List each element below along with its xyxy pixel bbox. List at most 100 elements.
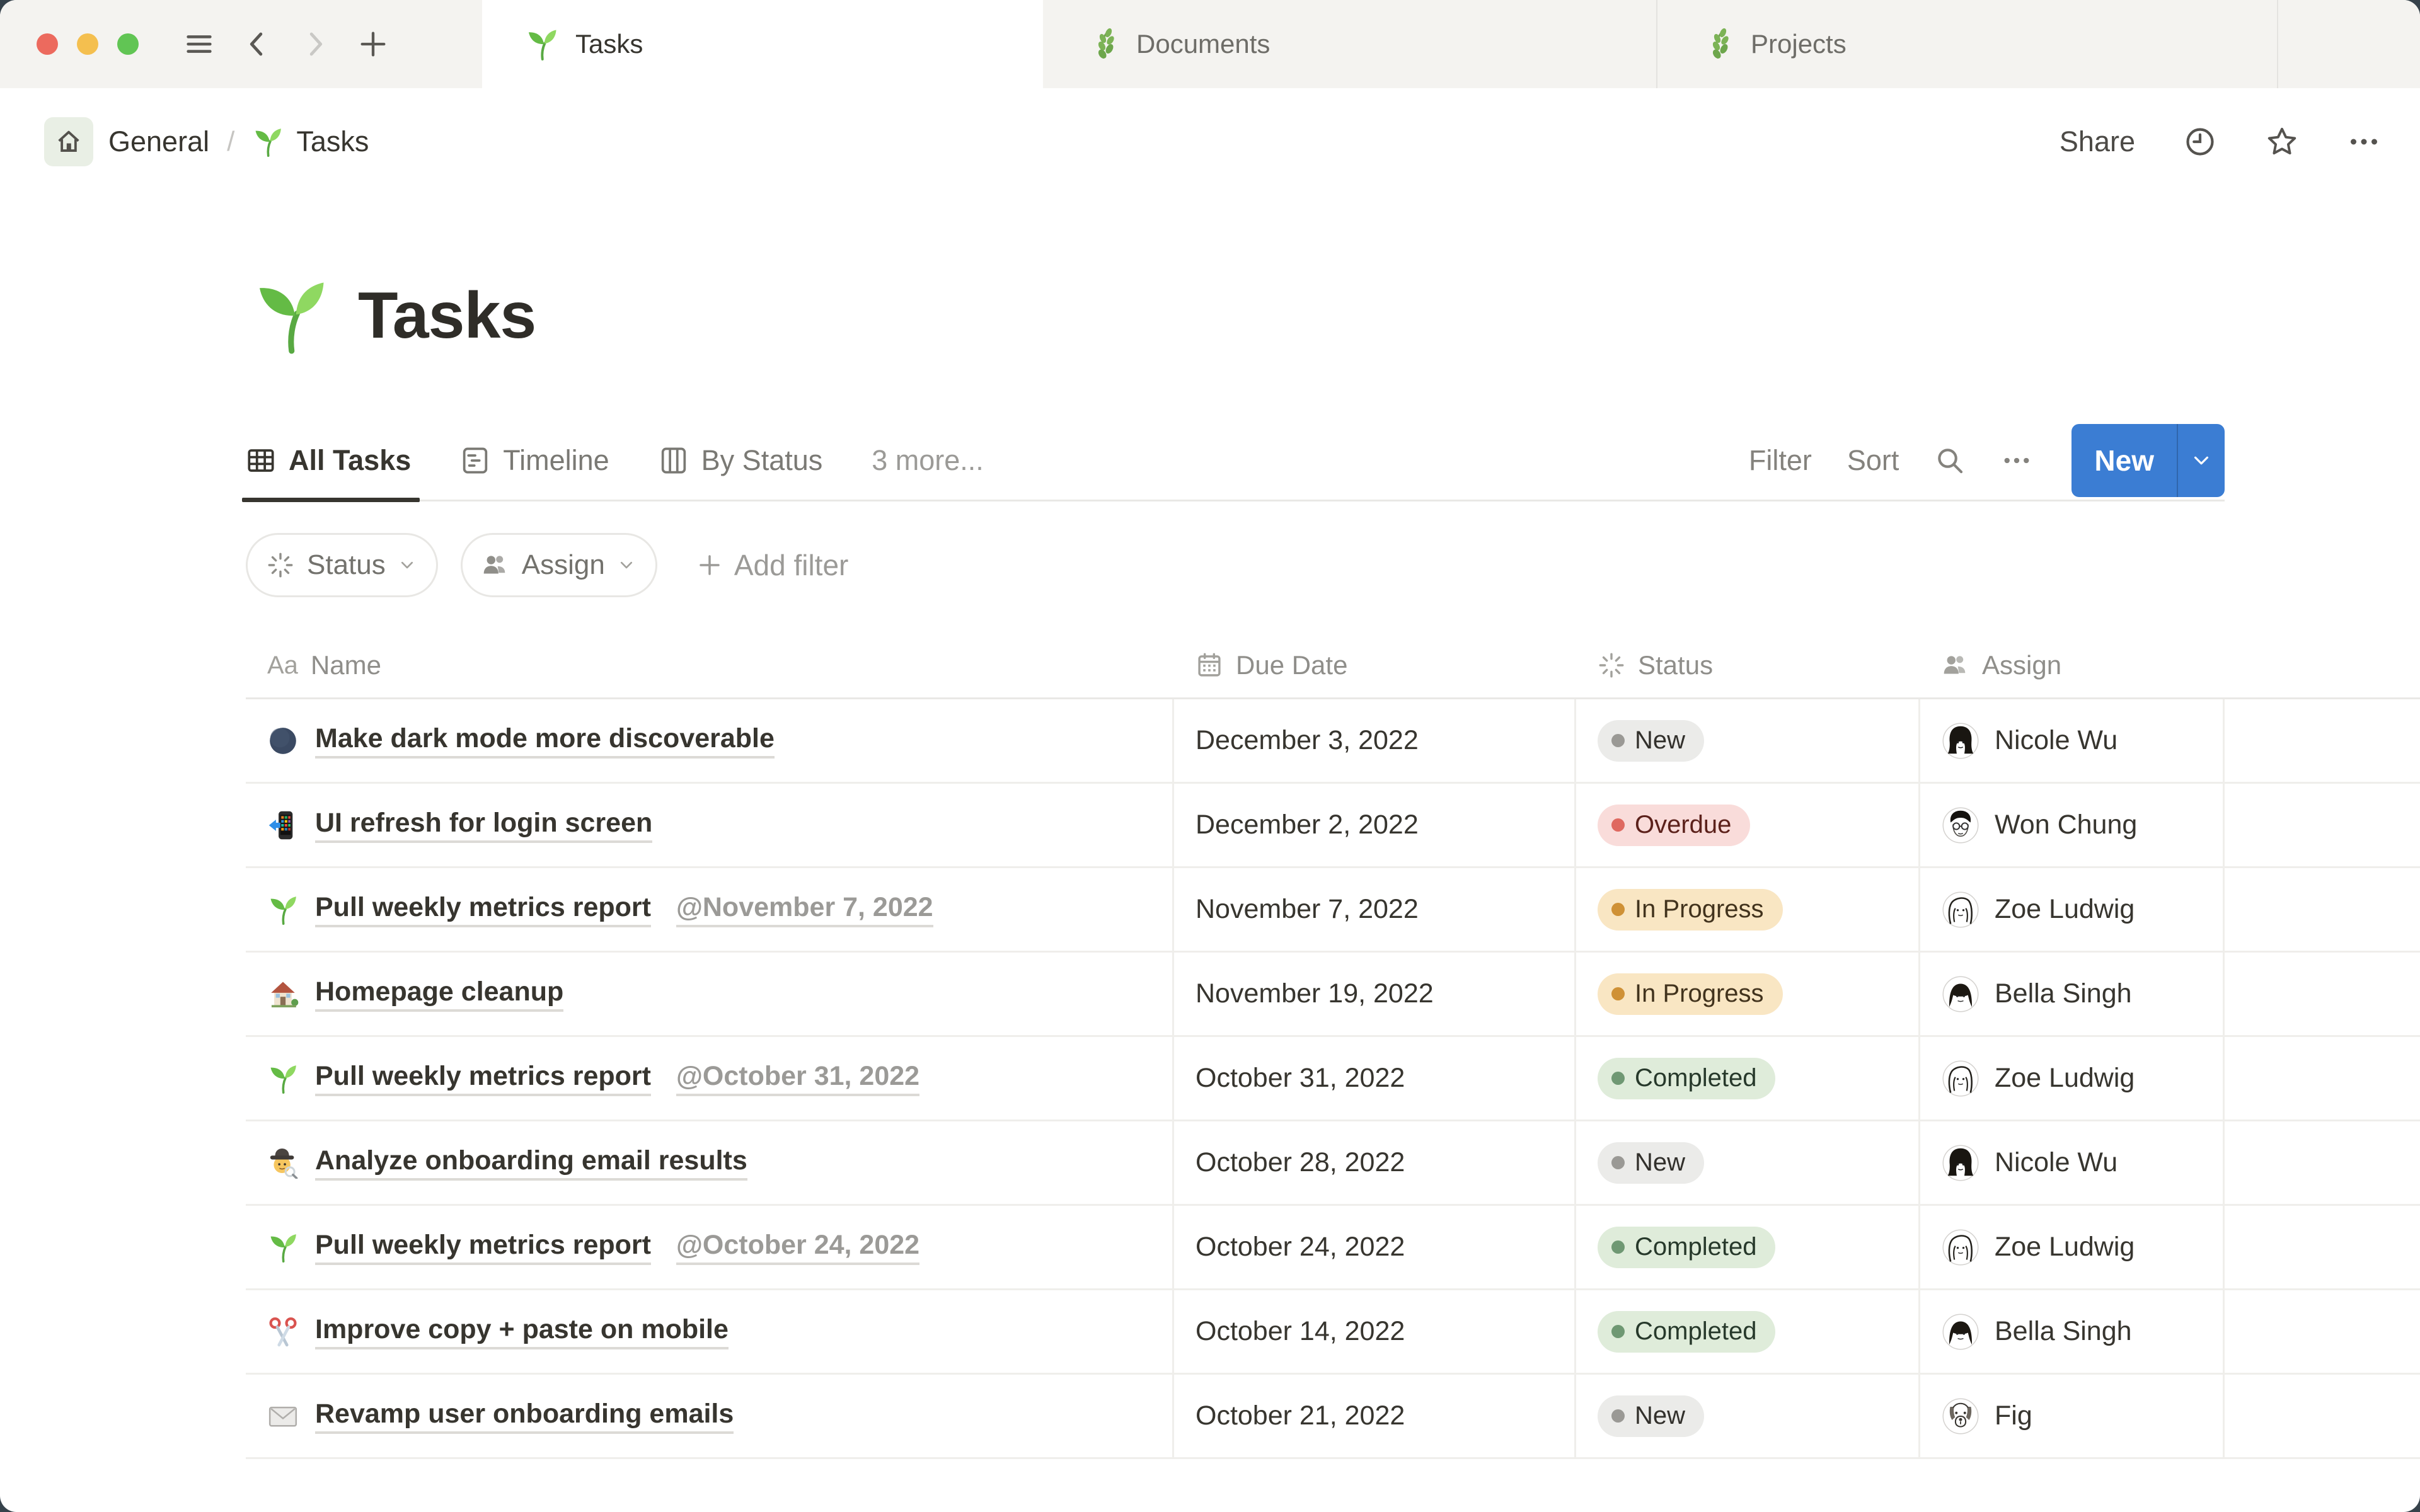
back-icon[interactable]	[241, 28, 274, 60]
close-window-button[interactable]	[37, 33, 58, 55]
cell-due-date[interactable]: November 7, 2022	[1174, 868, 1576, 951]
scissors-icon	[267, 1316, 299, 1348]
cell-status[interactable]: Completed	[1576, 1206, 1920, 1288]
cell-assign[interactable]: Bella Singh	[1920, 1290, 2225, 1373]
cell-status[interactable]: Overdue	[1576, 784, 1920, 866]
cell-due-date[interactable]: October 21, 2022	[1174, 1375, 1576, 1457]
window-tab-tasks[interactable]: Tasks	[482, 0, 1043, 88]
task-title[interactable]: Revamp user onboarding emails	[315, 1399, 734, 1434]
new-dropdown-button[interactable]	[2177, 423, 2225, 497]
cell-assign[interactable]: Won Chung	[1920, 784, 2225, 866]
column-header-status[interactable]: Status	[1576, 650, 1920, 680]
history-clock-icon[interactable]	[2183, 125, 2217, 159]
search-icon[interactable]	[1934, 445, 1966, 476]
view-tab-timeline[interactable]: Timeline	[460, 421, 609, 500]
text-type-icon: Aa	[267, 651, 298, 679]
more-options-icon[interactable]	[2347, 125, 2381, 159]
cell-assign[interactable]: Nicole Wu	[1920, 1121, 2225, 1204]
task-title[interactable]: Improve copy + paste on mobile	[315, 1314, 729, 1349]
cell-status[interactable]: Completed	[1576, 1037, 1920, 1120]
date-mention[interactable]: @October 24, 2022	[676, 1230, 920, 1265]
add-filter-button[interactable]: Add filter	[696, 548, 848, 582]
cell-name[interactable]: Pull weekly metrics report @October 24, …	[246, 1206, 1174, 1288]
cell-name[interactable]: Analyze onboarding email results	[246, 1121, 1174, 1204]
cell-due-date[interactable]: December 2, 2022	[1174, 784, 1576, 866]
view-options-icon[interactable]	[2001, 445, 2032, 476]
cell-assign[interactable]: Fig	[1920, 1375, 2225, 1457]
cell-name[interactable]: Pull weekly metrics report @October 31, …	[246, 1037, 1174, 1120]
cell-status[interactable]: New	[1576, 1375, 1920, 1457]
date-mention[interactable]: @November 7, 2022	[676, 892, 933, 927]
minimize-window-button[interactable]	[77, 33, 98, 55]
cell-assign[interactable]: Zoe Ludwig	[1920, 1206, 2225, 1288]
calendar-icon	[1196, 651, 1223, 679]
date-mention[interactable]: @October 31, 2022	[676, 1061, 920, 1096]
cell-due-date[interactable]: November 19, 2022	[1174, 953, 1576, 1035]
task-title[interactable]: Analyze onboarding email results	[315, 1145, 747, 1181]
cell-name[interactable]: Revamp user onboarding emails	[246, 1375, 1174, 1457]
cell-status[interactable]: New	[1576, 699, 1920, 782]
status-dot-icon	[1611, 1240, 1625, 1254]
status-dot-icon	[1611, 1325, 1625, 1338]
breadcrumb-page[interactable]: Tasks	[296, 125, 369, 158]
page-title[interactable]: Tasks	[358, 278, 536, 353]
column-header-name[interactable]: Aa Name	[246, 650, 1174, 680]
assignee-name: Nicole Wu	[1995, 725, 2118, 755]
cell-assign[interactable]: Zoe Ludwig	[1920, 1037, 2225, 1120]
cell-assign[interactable]: Nicole Wu	[1920, 699, 2225, 782]
cell-name[interactable]: Make dark mode more discoverable	[246, 699, 1174, 782]
new-button[interactable]: New	[2071, 424, 2177, 497]
cell-name[interactable]: Improve copy + paste on mobile	[246, 1290, 1174, 1373]
cell-status[interactable]: New	[1576, 1121, 1920, 1204]
more-views-button[interactable]: 3 more...	[872, 444, 984, 477]
task-title[interactable]: Homepage cleanup	[315, 976, 564, 1012]
cell-status[interactable]: Completed	[1576, 1290, 1920, 1373]
page-seedling-icon[interactable]	[251, 276, 330, 355]
sidebar-menu-icon[interactable]	[183, 28, 216, 60]
avatar	[1942, 975, 1979, 1013]
plus-icon	[696, 552, 723, 578]
window-tab-documents[interactable]: Documents	[1043, 0, 1657, 88]
forward-icon[interactable]	[299, 28, 331, 60]
cell-name[interactable]: UI refresh for login screen	[246, 784, 1174, 866]
zoom-window-button[interactable]	[117, 33, 139, 55]
view-tab-all-tasks[interactable]: All Tasks	[241, 421, 420, 502]
task-title[interactable]: Pull weekly metrics report	[315, 1230, 651, 1265]
cell-name[interactable]: Pull weekly metrics report @November 7, …	[246, 868, 1174, 951]
view-tab-by-status[interactable]: By Status	[659, 421, 822, 500]
sort-button[interactable]: Sort	[1847, 444, 1899, 477]
cell-status[interactable]: In Progress	[1576, 953, 1920, 1035]
assignee-name: Zoe Ludwig	[1995, 1063, 2135, 1093]
new-tab-icon[interactable]	[357, 28, 389, 60]
cell-due-date[interactable]: October 14, 2022	[1174, 1290, 1576, 1373]
cell-name[interactable]: Homepage cleanup	[246, 953, 1174, 1035]
assignee-name: Bella Singh	[1995, 1316, 2132, 1346]
task-title[interactable]: Pull weekly metrics report	[315, 892, 651, 927]
favorite-star-icon[interactable]	[2265, 125, 2299, 159]
filter-button[interactable]: Filter	[1749, 444, 1812, 477]
task-title[interactable]: UI refresh for login screen	[315, 808, 653, 843]
filter-chip-status[interactable]: Status	[246, 533, 438, 597]
share-button[interactable]: Share	[2060, 125, 2135, 158]
due-date: November 7, 2022	[1196, 894, 1419, 924]
window-tab-label: Tasks	[575, 29, 643, 59]
status-badge: In Progress	[1598, 888, 1783, 931]
home-button[interactable]	[44, 117, 93, 166]
task-title[interactable]: Pull weekly metrics report	[315, 1061, 651, 1096]
cell-due-date[interactable]: October 28, 2022	[1174, 1121, 1576, 1204]
cell-assign[interactable]: Zoe Ludwig	[1920, 868, 2225, 951]
cell-assign[interactable]: Bella Singh	[1920, 953, 2225, 1035]
window-tab-projects[interactable]: Projects	[1657, 0, 2278, 88]
cell-status[interactable]: In Progress	[1576, 868, 1920, 951]
breadcrumb-workspace[interactable]: General	[108, 125, 209, 158]
column-header-due-date[interactable]: Due Date	[1174, 650, 1576, 680]
window-tab-label: Projects	[1751, 29, 1847, 59]
cell-due-date[interactable]: December 3, 2022	[1174, 699, 1576, 782]
task-title[interactable]: Make dark mode more discoverable	[315, 723, 775, 759]
column-header-assign[interactable]: Assign	[1920, 650, 2225, 680]
column-label: Name	[310, 650, 381, 680]
cell-due-date[interactable]: October 24, 2022	[1174, 1206, 1576, 1288]
filter-chip-assign[interactable]: Assign	[460, 533, 657, 597]
status-badge: In Progress	[1598, 973, 1783, 1015]
cell-due-date[interactable]: October 31, 2022	[1174, 1037, 1576, 1120]
